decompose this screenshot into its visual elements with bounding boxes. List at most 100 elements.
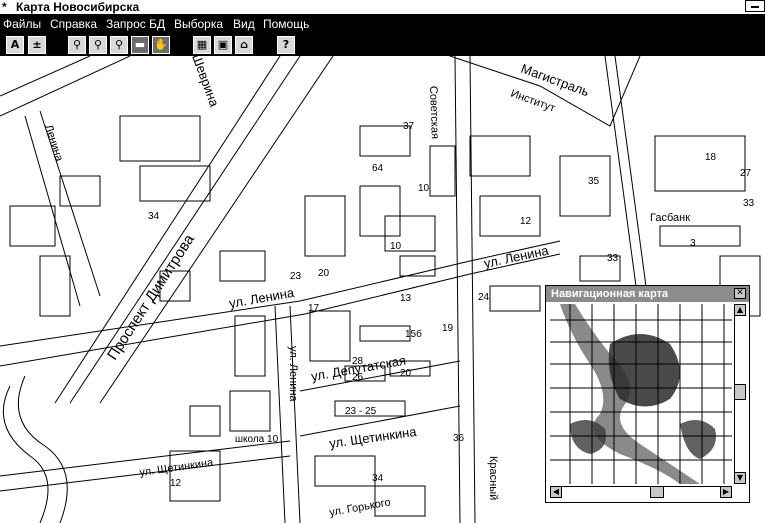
nav-window-titlebar[interactable]: Навигационная карта ✕ — [546, 286, 749, 302]
menu-db-query[interactable]: Запрос БД — [106, 16, 165, 32]
window-title: Карта Новосибирска — [16, 0, 140, 14]
building — [9, 205, 56, 247]
building — [429, 145, 456, 197]
building — [119, 115, 201, 162]
street-label: ул. Ленина — [483, 242, 551, 270]
app-icon: * — [2, 0, 7, 14]
minimize-button[interactable] — [745, 0, 765, 12]
select-rect-button[interactable]: ▦ — [193, 36, 211, 54]
building — [469, 135, 531, 177]
pan-icon: ✋ — [154, 38, 168, 51]
text-tool-icon: A — [10, 38, 20, 51]
menu-selection[interactable]: Выборка — [174, 16, 223, 32]
building — [359, 185, 401, 237]
ruler-button[interactable]: ± — [28, 36, 46, 54]
menu-files[interactable]: Файлы — [3, 16, 41, 32]
scroll-up-icon[interactable]: ▲ — [734, 304, 746, 316]
street-label: Шеврина — [189, 56, 222, 109]
house-number: 20 — [400, 368, 412, 379]
menu-help-ref[interactable]: Справка — [50, 16, 97, 32]
house-number: 10 — [390, 241, 402, 252]
building — [189, 405, 221, 437]
house-number: 64 — [372, 163, 384, 174]
select-map-button[interactable]: ▣ — [214, 36, 232, 54]
house-number: 26 — [352, 372, 364, 383]
scroll-right-icon[interactable]: ▶ — [720, 486, 732, 498]
building — [314, 455, 376, 487]
title-bar: * Карта Новосибирска — [0, 0, 765, 14]
menu-view[interactable]: Вид — [233, 16, 255, 32]
road-edge — [2, 385, 49, 523]
text-tool-button[interactable]: A — [6, 36, 24, 54]
scroll-down-icon[interactable]: ▼ — [734, 472, 746, 484]
help-button[interactable]: ? — [277, 36, 295, 54]
house-number: 27 — [740, 168, 752, 179]
house-number: 35 — [588, 176, 600, 187]
menu-help[interactable]: Помощь — [263, 16, 309, 32]
overview-map-graphic — [550, 304, 732, 484]
scroll-thumb[interactable] — [734, 384, 746, 400]
building — [654, 135, 746, 192]
house-number: 3 — [690, 238, 696, 249]
navigation-window[interactable]: Навигационная карта ✕ ▲ ▼ ◀ ▶ — [545, 285, 750, 503]
menu-bar: Файлы Справка Запрос БД Выборка Вид Помо… — [0, 14, 765, 34]
street-label: Советская — [427, 86, 441, 140]
street-label: Ленина — [42, 123, 65, 163]
layer-icon: ▬ — [134, 38, 146, 51]
house-number: 13 — [400, 293, 412, 304]
house-number: 33 — [743, 198, 755, 209]
house-number: 34 — [148, 211, 160, 222]
house-number: 34 — [372, 473, 384, 484]
nav-horizontal-scrollbar[interactable]: ◀ ▶ — [550, 486, 732, 499]
house-number: 12 — [170, 478, 182, 489]
road-edge — [0, 56, 91, 97]
building — [219, 250, 266, 282]
road-edge — [449, 56, 641, 127]
house-number: 24 — [478, 292, 490, 303]
building — [309, 310, 351, 362]
home-icon: ⌂ — [240, 38, 248, 51]
nav-vertical-scrollbar[interactable]: ▲ ▼ — [734, 304, 747, 484]
overview-map[interactable] — [550, 304, 732, 484]
scroll-left-icon[interactable]: ◀ — [550, 486, 562, 498]
layer-button[interactable]: ▬ — [131, 36, 149, 54]
road-edge — [0, 253, 561, 367]
road-edge — [274, 305, 286, 523]
zoom-button[interactable]: ⚲ — [68, 36, 86, 54]
building — [39, 255, 71, 317]
house-number: 18 — [705, 152, 717, 163]
ruler-icon: ± — [32, 38, 42, 51]
road-edge — [469, 56, 476, 523]
zoom-out-button[interactable]: ⚲ — [110, 36, 128, 54]
street-label: Красный — [487, 456, 499, 500]
house-number: 12 — [520, 216, 532, 227]
help-icon: ? — [282, 38, 290, 51]
select-rect-icon: ▦ — [196, 38, 208, 51]
building — [304, 195, 346, 257]
house-number: 37 — [403, 121, 415, 132]
house-number: 17 — [308, 303, 320, 314]
zoom-out-icon: ⚲ — [114, 38, 124, 51]
zoom-in-button[interactable]: ⚲ — [89, 36, 107, 54]
zoom-in-icon: ⚲ — [93, 38, 103, 51]
city-area — [680, 420, 716, 459]
house-number: школа 10 — [235, 434, 279, 445]
scroll-thumb[interactable] — [650, 486, 664, 498]
street-label: ул. Щетинкина — [139, 457, 215, 479]
building — [659, 225, 741, 247]
house-number: 10 — [418, 183, 430, 194]
street-label: Проспект Димитрова — [104, 231, 198, 363]
home-button[interactable]: ⌂ — [235, 36, 253, 54]
road-edge — [454, 56, 461, 523]
house-number: 19 — [442, 323, 454, 334]
close-icon[interactable]: ✕ — [734, 288, 746, 299]
house-number: 36 — [453, 433, 465, 444]
house-number: 28 — [352, 356, 364, 367]
building — [139, 165, 211, 202]
road-edge — [0, 56, 131, 117]
nav-window-title: Навигационная карта — [551, 288, 669, 300]
house-number: 23 — [290, 271, 302, 282]
minimize-icon — [751, 6, 759, 8]
toolbar: A ± ⚲ ⚲ ⚲ ▬ ✋ ▦ ▣ ⌂ ? — [0, 34, 765, 56]
pan-button[interactable]: ✋ — [152, 36, 170, 54]
